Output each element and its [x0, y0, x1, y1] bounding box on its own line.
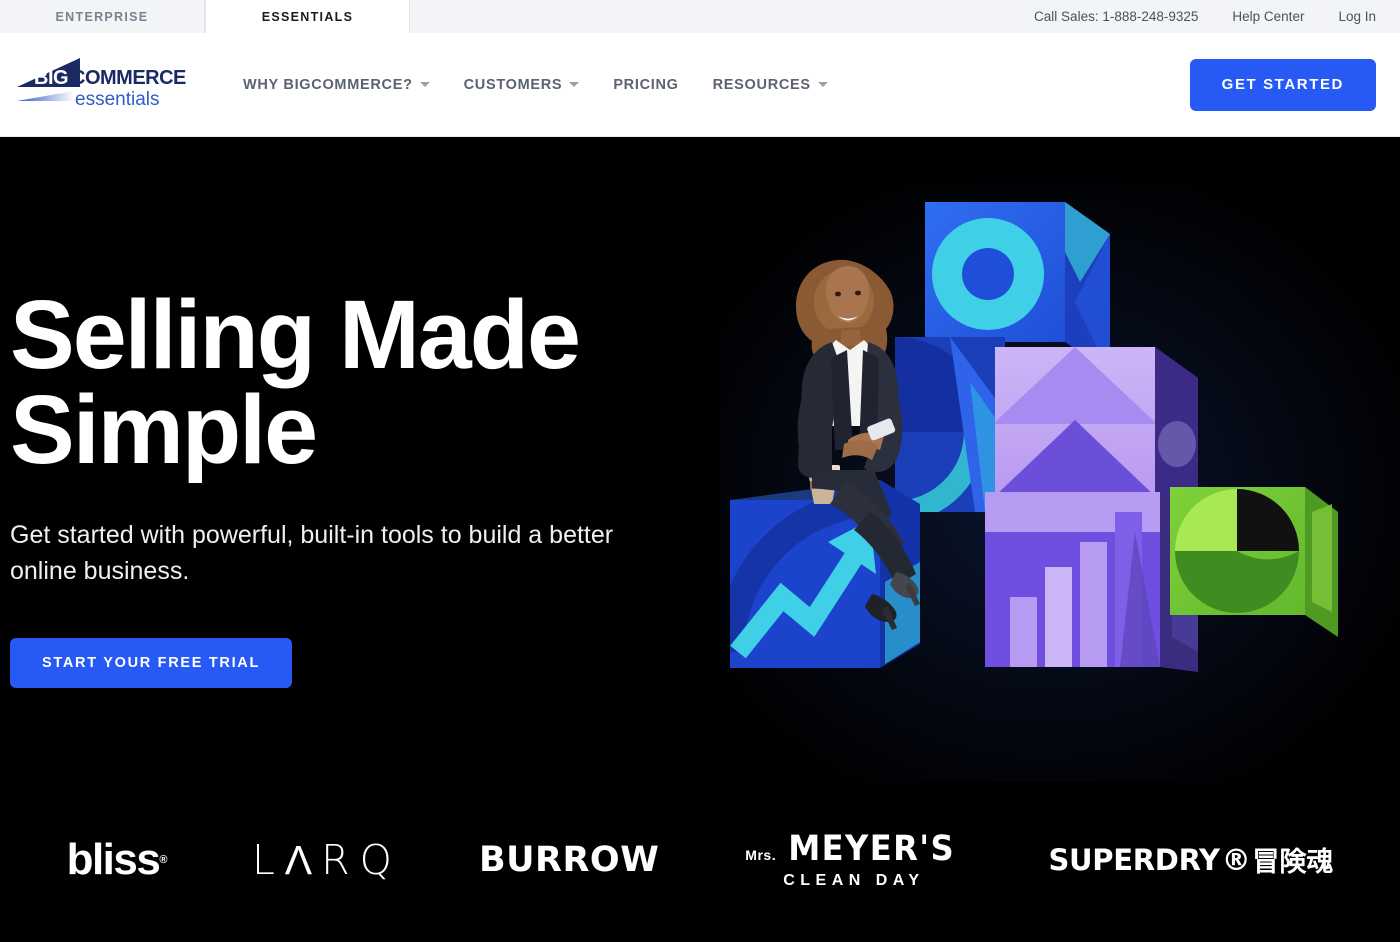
meyers-top-row: Mrs. MEYER'S — [745, 829, 962, 869]
primary-nav: WHY BIGCOMMERCE? CUSTOMERS PRICING RESOU… — [243, 77, 828, 93]
customer-logo-strip: bliss ® L V R Q BURROW Mrs. MEYER'S CLEA… — [0, 829, 1400, 890]
hero-illustration — [720, 182, 1400, 782]
hero-copy: Selling Made Simple Get started with pow… — [10, 286, 690, 688]
brand-logo-larq: L V R Q — [252, 836, 393, 884]
bliss-wordmark: bliss — [66, 834, 161, 884]
get-started-button[interactable]: GET STARTED — [1189, 58, 1376, 111]
brand-logo-burrow: BURROW — [479, 840, 659, 880]
tab-essentials[interactable]: ESSENTIALS — [205, 0, 410, 33]
larq-letter-r: R — [321, 835, 351, 884]
larq-letter-l: L — [251, 835, 276, 884]
nav-label: RESOURCES — [712, 76, 811, 93]
hero-title-line2: Simple — [10, 375, 318, 485]
utility-bar: ENTERPRISE ESSENTIALS Call Sales: 1-888-… — [0, 0, 1400, 33]
cube-green-piechart — [1170, 487, 1338, 637]
cube-blue-arcs — [895, 337, 1005, 512]
chevron-down-icon — [419, 82, 430, 87]
nav-item-why-bigcommerce[interactable]: WHY BIGCOMMERCE? — [243, 77, 430, 93]
registered-mark-icon: ® — [1221, 842, 1251, 877]
svg-text:BIG: BIG — [34, 67, 68, 89]
nav-item-customers[interactable]: CUSTOMERS — [464, 77, 580, 93]
cube-purple-barchart — [985, 492, 1198, 672]
svg-text:COMMERCE: COMMERCE — [71, 67, 186, 89]
superdry-japanese-mark: 冒険魂 — [1252, 847, 1334, 878]
larq-letter-a-inverted: V — [284, 837, 313, 883]
brand-logo-superdry: SUPERDRY ® 冒険魂 — [1048, 840, 1333, 879]
hero-title: Selling Made Simple — [10, 286, 690, 478]
hero-title-line1: Selling Made — [10, 280, 581, 389]
superdry-wordmark: SUPERDRY — [1048, 842, 1220, 877]
meyers-prefix: Mrs. — [745, 847, 777, 863]
svg-text:essentials: essentials — [75, 89, 160, 110]
tab-enterprise[interactable]: ENTERPRISE — [0, 0, 205, 33]
burrow-wordmark: BURROW — [478, 839, 660, 880]
nav-label: PRICING — [613, 76, 679, 93]
utility-links: Call Sales: 1-888-248-9325 Help Center L… — [1034, 0, 1400, 33]
chevron-down-icon — [817, 82, 828, 87]
help-center-link[interactable]: Help Center — [1232, 9, 1304, 24]
log-in-link[interactable]: Log In — [1338, 9, 1376, 24]
chevron-down-icon — [569, 82, 580, 87]
registered-mark-icon: ® — [159, 853, 167, 866]
hero-section: Selling Made Simple Get started with pow… — [0, 137, 1400, 942]
main-header: BIG COMMERCE essentials WHY BIGCOMMERCE?… — [0, 33, 1400, 137]
call-sales-link[interactable]: Call Sales: 1-888-248-9325 — [1034, 9, 1198, 24]
hero-subtitle: Get started with powerful, built-in tool… — [10, 521, 614, 586]
audience-tabs: ENTERPRISE ESSENTIALS — [0, 0, 410, 33]
brand-logo-mrs-meyers-clean-day: Mrs. MEYER'S CLEAN DAY — [745, 829, 962, 890]
meyers-tagline: CLEAN DAY — [783, 872, 925, 889]
start-free-trial-button[interactable]: START YOUR FREE TRIAL — [10, 637, 293, 688]
nav-label: CUSTOMERS — [463, 76, 563, 93]
nav-label: WHY BIGCOMMERCE? — [243, 76, 413, 93]
larq-letter-q: Q — [359, 835, 393, 884]
brand-logo-bliss: bliss ® — [66, 834, 168, 885]
meyers-wordmark: MEYER'S — [788, 829, 956, 869]
nav-item-resources[interactable]: RESOURCES — [713, 77, 828, 93]
bigcommerce-essentials-logo[interactable]: BIG COMMERCE essentials — [12, 55, 187, 115]
nav-item-pricing[interactable]: PRICING — [613, 77, 678, 93]
